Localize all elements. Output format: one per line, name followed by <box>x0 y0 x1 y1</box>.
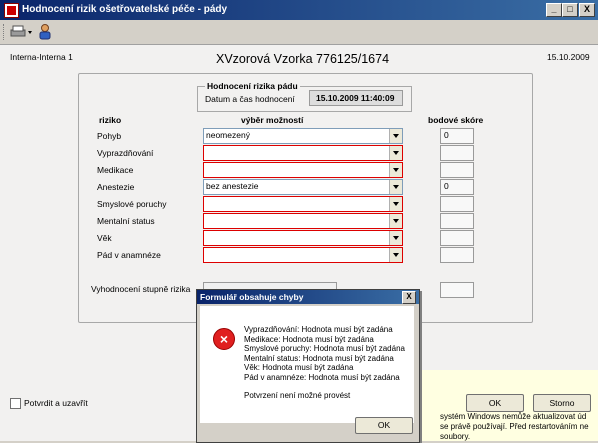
select-value: neomezený <box>206 130 250 140</box>
select-vyprazdnovani[interactable] <box>203 145 403 161</box>
dialog-close-button[interactable]: X <box>402 291 416 304</box>
app-icon <box>4 3 19 18</box>
column-header-choice: výběr možností <box>241 115 304 125</box>
error-line: Vyprazdňování: Hodnota musí být zadána <box>244 325 393 334</box>
dropdown-arrow-icon[interactable] <box>389 197 402 211</box>
dropdown-arrow-icon[interactable] <box>389 180 402 194</box>
risk-label-mentalni-status: Mentalní status <box>97 216 155 226</box>
score-anestezie: 0 <box>440 179 474 195</box>
dropdown-arrow-icon[interactable] <box>389 214 402 228</box>
column-header-score: bodové skóre <box>428 115 484 125</box>
select-mentalni-status[interactable] <box>203 213 403 229</box>
error-line: Věk: Hodnota musí být zadána <box>244 363 354 372</box>
column-header-risk: riziko <box>99 115 122 125</box>
notification-line: systém Windows nemůže aktualizovat úd <box>440 412 587 421</box>
dialog-message: Vyprazdňování: Hodnota musí být zadána M… <box>244 325 405 401</box>
dropdown-arrow-icon[interactable] <box>389 163 402 177</box>
confirm-close-label: Potvrdit a uzavřít <box>24 398 88 408</box>
error-line: Pád v anamnéze: Hodnota musí být zadána <box>244 372 400 382</box>
select-smyslove-poruchy[interactable] <box>203 196 403 212</box>
datetime-value: 15.10.2009 11:40:09 <box>316 93 395 103</box>
dropdown-arrow-icon[interactable] <box>389 129 402 143</box>
select-value: bez anestezie <box>206 181 259 191</box>
printer-button[interactable] <box>10 24 34 40</box>
error-line: Mentalní status: Hodnota musí být zadána <box>244 353 394 363</box>
department-label: Interna-Interna 1 <box>10 52 73 62</box>
score-medikace <box>440 162 474 178</box>
score-value: 0 <box>444 181 449 191</box>
dialog-title: Formulář obsahuje chyby <box>200 292 304 302</box>
notification-text: systém Windows nemůže aktualizovat úd se… <box>440 412 589 442</box>
checkbox-icon[interactable] <box>10 398 21 409</box>
evaluation-label: Vyhodnocení stupně rizika <box>91 284 191 294</box>
datetime-field[interactable]: 15.10.2009 11:40:09 <box>309 90 403 106</box>
window-title: Hodnocení rizik ošetřovatelské péče - pá… <box>22 4 228 15</box>
maximize-button[interactable]: □ <box>562 3 578 17</box>
error-icon: × <box>213 328 235 350</box>
dialog-body: × Vyprazdňování: Hodnota musí být zadána… <box>200 306 414 423</box>
risk-label-anestezie: Anestezie <box>97 182 135 192</box>
window-titlebar[interactable]: Hodnocení rizik ošetřovatelské péče - pá… <box>0 0 598 20</box>
close-button[interactable]: X <box>579 3 595 17</box>
select-vek[interactable] <box>203 230 403 246</box>
select-pad-v-anamneze[interactable] <box>203 247 403 263</box>
assessment-group-title: Hodnocení rizika pádu <box>205 81 300 91</box>
dialog-ok-button[interactable]: OK <box>355 417 413 434</box>
ok-button[interactable]: OK <box>466 394 524 412</box>
score-pohyb: 0 <box>440 128 474 144</box>
toolbar <box>0 20 598 45</box>
risk-label-vyprazdnovani: Vyprazdňování <box>97 148 154 158</box>
score-vek <box>440 230 474 246</box>
select-anestezie[interactable]: bez anestezie <box>203 179 403 195</box>
score-value: 0 <box>444 130 449 140</box>
dialog-titlebar[interactable]: Formulář obsahuje chyby X <box>197 290 419 304</box>
error-dialog: Formulář obsahuje chyby X × Vyprazdňován… <box>196 289 420 443</box>
user-icon <box>39 24 51 40</box>
dropdown-arrow-icon[interactable] <box>389 248 402 262</box>
header-date: 15.10.2009 <box>547 52 590 62</box>
score-vyprazdnovani <box>440 145 474 161</box>
risk-label-smyslove-poruchy: Smyslové poruchy <box>97 199 167 209</box>
datetime-label: Datum a čas hodnocení <box>205 94 295 104</box>
evaluation-score <box>440 282 474 298</box>
risk-label-medikace: Medikace <box>97 165 134 175</box>
dropdown-arrow-icon[interactable] <box>389 231 402 245</box>
score-mentalni-status <box>440 213 474 229</box>
score-smyslove-poruchy <box>440 196 474 212</box>
cancel-button[interactable]: Storno <box>533 394 591 412</box>
risk-label-vek: Věk <box>97 233 112 243</box>
user-button[interactable] <box>37 23 53 40</box>
risk-label-pad-v-anamneze: Pád v anamnéze <box>97 250 161 260</box>
select-pohyb[interactable]: neomezený <box>203 128 403 144</box>
error-line: Smyslové poruchy: Hodnota musí být zadán… <box>244 344 405 353</box>
risk-label-pohyb: Pohyb <box>97 131 122 141</box>
dropdown-arrow-icon[interactable] <box>389 146 402 160</box>
error-line: Medikace: Hodnota musí být zadána <box>244 334 374 344</box>
toolbar-grip[interactable] <box>3 24 6 40</box>
dialog-footer-text: Potvrzení není možné provést <box>244 391 351 400</box>
minimize-button[interactable]: _ <box>546 3 562 17</box>
notification-line: se právě používají. Před restartováním n… <box>440 422 589 431</box>
patient-name: XVzorová Vzorka 776125/1674 <box>216 52 390 66</box>
select-medikace[interactable] <box>203 162 403 178</box>
printer-icon <box>10 25 32 37</box>
score-pad-v-anamneze <box>440 247 474 263</box>
